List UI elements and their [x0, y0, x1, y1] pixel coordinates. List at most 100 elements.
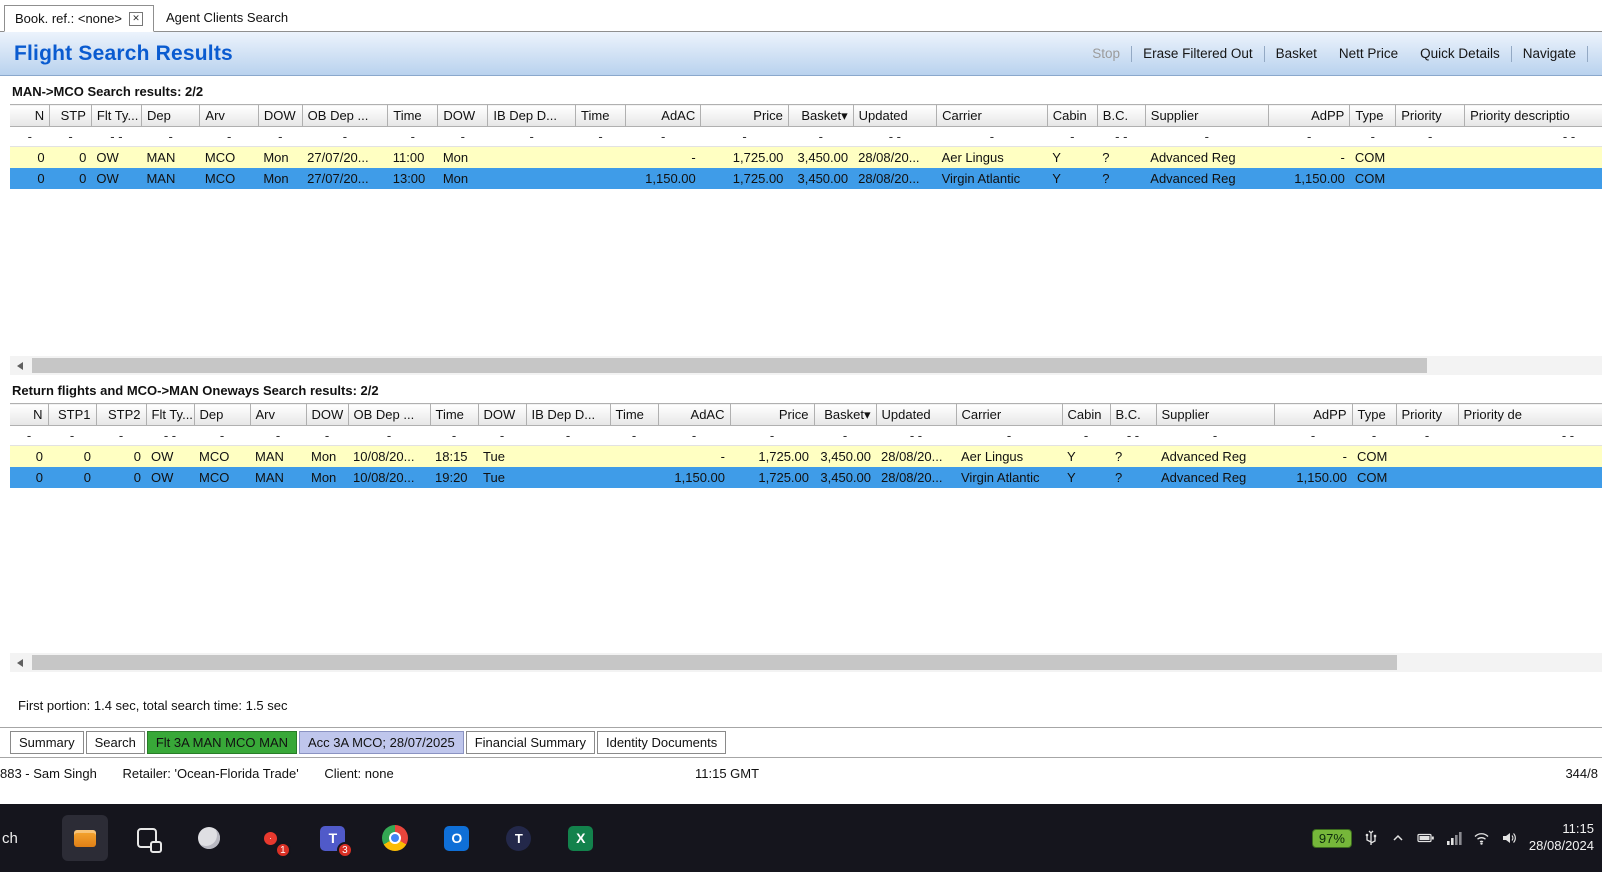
column-header-ib-dep-d-[interactable]: IB Dep D...: [526, 403, 611, 426]
filter-cell[interactable]: - -: [1097, 126, 1146, 147]
column-header-time[interactable]: Time: [387, 104, 439, 127]
basket-button[interactable]: Basket: [1265, 46, 1328, 61]
column-header-time[interactable]: Time: [610, 403, 659, 426]
filter-cell[interactable]: -: [700, 126, 789, 147]
filter-cell[interactable]: - -: [1458, 425, 1602, 446]
column-header-ob-dep-[interactable]: OB Dep ...: [348, 403, 431, 426]
column-header-priority-de[interactable]: Priority de: [1458, 403, 1602, 426]
filter-cell[interactable]: -: [1156, 425, 1274, 446]
task-view-icon[interactable]: [124, 815, 170, 861]
filter-cell[interactable]: -: [1047, 126, 1098, 147]
filter-cell[interactable]: -: [730, 425, 814, 446]
column-header-basket-[interactable]: Basket▾: [814, 403, 877, 426]
filter-cell[interactable]: -: [437, 126, 488, 147]
filter-cell[interactable]: -: [936, 126, 1048, 147]
column-header-adac[interactable]: AdAC: [625, 104, 702, 127]
column-header-carrier[interactable]: Carrier: [936, 104, 1048, 127]
filter-cell[interactable]: -: [478, 425, 526, 446]
column-header-priority[interactable]: Priority: [1396, 403, 1459, 426]
column-header-dow[interactable]: DOW: [437, 104, 489, 127]
chevron-up-icon[interactable]: [1390, 830, 1406, 846]
tab-flight-man-mco-man[interactable]: Flt 3A MAN MCO MAN: [146, 731, 298, 754]
filter-cell[interactable]: -: [1062, 425, 1110, 446]
tab-search[interactable]: Search: [85, 731, 145, 754]
tab-booking-ref[interactable]: Book. ref.: <none> ✕: [4, 5, 154, 32]
stop-button[interactable]: Stop: [1081, 46, 1131, 61]
column-header-arv[interactable]: Arv: [199, 104, 259, 127]
quick-details-button[interactable]: Quick Details: [1409, 46, 1511, 61]
filter-cell[interactable]: -: [1396, 425, 1458, 446]
filter-row[interactable]: ---- ------------- ---- ------ -: [10, 425, 1602, 446]
filter-cell[interactable]: -: [610, 425, 658, 446]
close-icon[interactable]: ✕: [128, 11, 143, 26]
cellular-signal-icon[interactable]: [1446, 830, 1462, 846]
column-header-cabin[interactable]: Cabin: [1047, 104, 1098, 127]
navigate-button[interactable]: Navigate: [1512, 46, 1587, 61]
taskbar-search-box[interactable]: ch: [2, 830, 18, 847]
filter-cell[interactable]: -: [814, 425, 876, 446]
filter-cell[interactable]: -: [430, 425, 478, 446]
filter-cell[interactable]: -: [658, 425, 730, 446]
column-header-updated[interactable]: Updated: [876, 403, 957, 426]
filter-row[interactable]: --- ------------- ---- ------ -: [10, 126, 1602, 147]
excel-icon[interactable]: X: [558, 815, 604, 861]
tab-acc-mco[interactable]: Acc 3A MCO; 28/07/2025: [299, 731, 464, 754]
column-header-dep[interactable]: Dep: [194, 403, 251, 426]
chrome-icon[interactable]: [372, 815, 418, 861]
column-header-flt-ty-[interactable]: Flt Ty...: [146, 403, 195, 426]
column-header-priority-descriptio[interactable]: Priority descriptio: [1464, 104, 1602, 127]
outbound-horizontal-scrollbar[interactable]: [10, 356, 1602, 375]
column-header-carrier[interactable]: Carrier: [956, 403, 1063, 426]
filter-cell[interactable]: -: [1349, 126, 1396, 147]
filter-cell[interactable]: -: [788, 126, 854, 147]
filter-cell[interactable]: -: [1268, 126, 1350, 147]
browser-icon[interactable]: 1: [248, 815, 294, 861]
filter-cell[interactable]: -: [258, 126, 303, 147]
nett-price-button[interactable]: Nett Price: [1328, 46, 1409, 61]
teams-icon[interactable]: T 3: [310, 815, 356, 861]
column-header-supplier[interactable]: Supplier: [1156, 403, 1275, 426]
filter-cell[interactable]: -: [625, 126, 701, 147]
column-header-updated[interactable]: Updated: [853, 104, 938, 127]
column-header-type[interactable]: Type: [1352, 403, 1397, 426]
scroll-left-button[interactable]: [10, 653, 29, 672]
column-header-arv[interactable]: Arv: [250, 403, 307, 426]
wifi-icon[interactable]: [1473, 830, 1490, 846]
filter-cell[interactable]: -: [10, 425, 48, 446]
filter-cell[interactable]: -: [526, 425, 610, 446]
filter-cell[interactable]: -: [302, 126, 388, 147]
column-header-b-c-[interactable]: B.C.: [1097, 104, 1146, 127]
column-header-dow[interactable]: DOW: [306, 403, 349, 426]
column-header-adpp[interactable]: AdPP: [1274, 403, 1353, 426]
scroll-thumb[interactable]: [32, 358, 1427, 373]
filter-cell[interactable]: -: [1274, 425, 1352, 446]
column-header-basket-[interactable]: Basket▾: [788, 104, 854, 127]
result-row[interactable]: 0 0 OW MAN MCO Mon 27/07/20... 13:00 Mon 1,150.00…: [10, 167, 1602, 189]
filter-cell[interactable]: -: [487, 126, 576, 147]
column-header-stp1[interactable]: STP1: [48, 403, 97, 426]
column-header-adac[interactable]: AdAC: [658, 403, 731, 426]
filter-cell[interactable]: -: [956, 425, 1062, 446]
filter-cell[interactable]: -: [199, 126, 259, 147]
column-header-dow[interactable]: DOW: [478, 403, 527, 426]
column-header-flt-ty-[interactable]: Flt Ty...: [91, 104, 142, 127]
filter-cell[interactable]: -: [1145, 126, 1269, 147]
column-header-ob-dep-[interactable]: OB Dep ...: [302, 104, 389, 127]
pinned-app-icon[interactable]: [61, 815, 108, 861]
filter-cell[interactable]: -: [194, 425, 250, 446]
column-header-priority[interactable]: Priority: [1395, 104, 1466, 127]
filter-cell[interactable]: - -: [91, 126, 142, 147]
column-header-cabin[interactable]: Cabin: [1062, 403, 1111, 426]
tab-summary[interactable]: Summary: [10, 731, 84, 754]
tab-agent-clients-search[interactable]: Agent Clients Search: [156, 4, 298, 31]
filter-cell[interactable]: -: [49, 126, 92, 147]
battery-icon[interactable]: [1417, 830, 1435, 846]
outlook-icon[interactable]: O: [434, 815, 480, 861]
usb-icon[interactable]: [1363, 830, 1379, 846]
tab-identity-documents[interactable]: Identity Documents: [596, 731, 727, 754]
filter-cell[interactable]: - -: [1110, 425, 1156, 446]
filter-cell[interactable]: - -: [146, 425, 194, 446]
column-header-stp[interactable]: STP: [49, 104, 92, 127]
column-header-n[interactable]: N: [10, 104, 51, 127]
filter-cell[interactable]: - -: [1464, 126, 1602, 147]
